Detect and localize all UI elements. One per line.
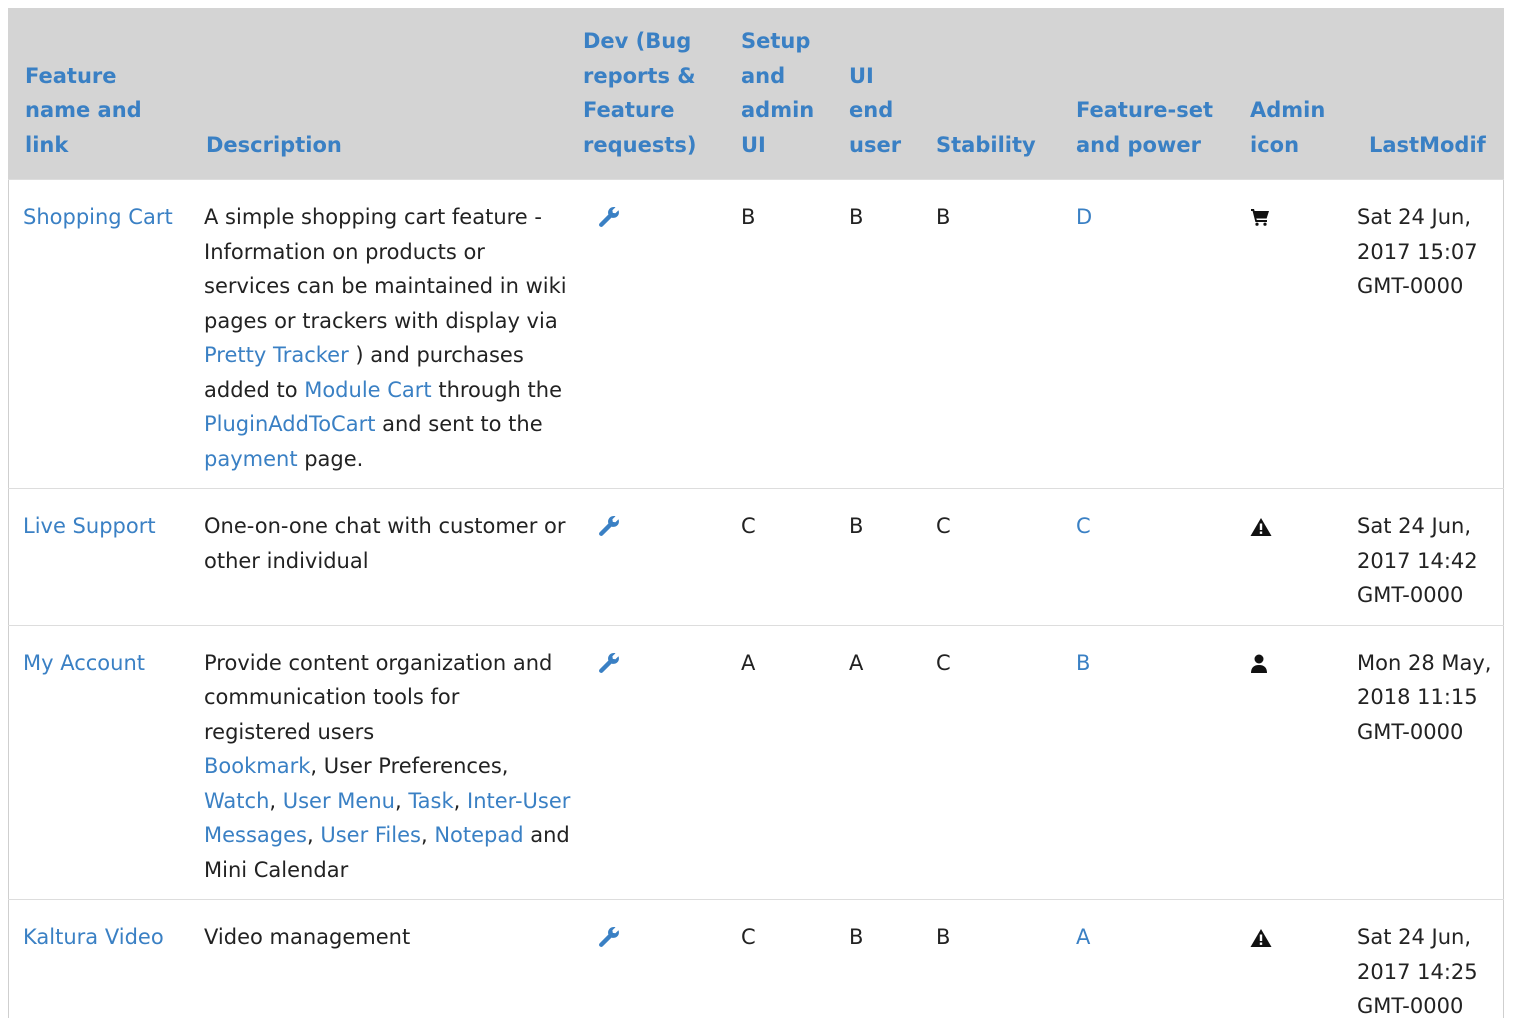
dev-cell	[583, 489, 733, 626]
user-files-link[interactable]: User Files	[320, 823, 421, 847]
featureset-cell: C	[1064, 489, 1238, 626]
dev-cell	[583, 180, 733, 489]
warning-icon[interactable]	[1250, 517, 1272, 537]
payment-link[interactable]: payment	[204, 447, 298, 471]
user-menu-link[interactable]: User Menu	[283, 789, 395, 813]
featureset-grade-link[interactable]: C	[1076, 514, 1091, 538]
desc-text: through the	[431, 377, 562, 402]
feature-link[interactable]: Kaltura Video	[23, 925, 164, 949]
stability-grade: C	[936, 650, 951, 675]
warning-icon[interactable]	[1250, 928, 1272, 948]
ui-grade: B	[849, 514, 864, 538]
desc-text: ,	[420, 823, 435, 847]
header-setup[interactable]: Setup and admin UI	[733, 8, 841, 180]
description-cell: A simple shopping cart feature - Informa…	[189, 180, 583, 489]
featureset-cell: A	[1064, 900, 1238, 1036]
setup-grade: B	[741, 205, 756, 229]
table-row: Shopping Cart A simple shopping cart fea…	[8, 179, 1504, 489]
header-ui[interactable]: UI end user	[841, 8, 928, 180]
feature-name-cell: Live Support	[8, 489, 189, 626]
desc-text: ,	[306, 823, 321, 847]
feature-link[interactable]: Shopping Cart	[23, 205, 173, 229]
dev-cell	[583, 900, 733, 1036]
stability-grade: B	[936, 205, 951, 229]
lastmodif-cell: Mon 28 May, 2018 11:15 GMT-0000	[1357, 650, 1492, 744]
wrench-icon[interactable]	[597, 926, 621, 954]
ui-grade: B	[849, 205, 864, 229]
header-feature[interactable]: Feature name and link	[8, 8, 189, 180]
table-row: Live Support One-on-one chat with custom…	[8, 488, 1504, 626]
featureset-grade-link[interactable]: A	[1076, 925, 1090, 949]
feature-name-cell: My Account	[8, 625, 189, 900]
desc-text: and sent to the	[375, 412, 543, 436]
wrench-icon[interactable]	[597, 206, 621, 234]
admin-icon-cell	[1238, 180, 1349, 489]
desc-text: A simple shopping cart feature - Informa…	[204, 205, 567, 333]
desc-text: Provide content organization and communi…	[204, 650, 553, 744]
admin-icon-cell	[1238, 489, 1349, 626]
setup-grade: C	[741, 514, 756, 538]
feature-link[interactable]: My Account	[23, 651, 145, 675]
header-description[interactable]: Description	[189, 8, 583, 180]
lastmodif-cell: Sat 24 Jun, 2017 15:07 GMT-0000	[1357, 205, 1478, 298]
table-row: My Account Provide content organization …	[8, 625, 1504, 900]
featureset-grade-link[interactable]: D	[1076, 205, 1092, 229]
feature-link[interactable]: Live Support	[23, 514, 156, 538]
desc-text: Video management	[204, 925, 411, 949]
feature-name-cell: Kaltura Video	[8, 900, 189, 1036]
desc-text: , User Preferences,	[310, 754, 509, 778]
bookmark-link[interactable]: Bookmark	[204, 754, 310, 778]
header-dev[interactable]: Dev (Bug reports & Feature requests)	[583, 8, 733, 180]
description-cell: One-on-one chat with customer or other i…	[189, 489, 583, 626]
desc-text: ,	[453, 788, 467, 813]
ui-grade: A	[849, 650, 864, 675]
notepad-link[interactable]: Notepad	[434, 823, 523, 847]
wrench-icon[interactable]	[597, 515, 621, 543]
desc-text: ,	[394, 788, 409, 813]
admin-icon-cell	[1238, 625, 1349, 900]
plugin-add-to-cart-link[interactable]: PluginAddToCart	[204, 412, 375, 436]
feature-name-cell: Shopping Cart	[8, 180, 189, 489]
description-cell: Video management	[189, 900, 583, 1036]
lastmodif-cell: Sat 24 Jun, 2017 14:42 GMT-0000	[1357, 514, 1478, 607]
featureset-grade-link[interactable]: B	[1076, 651, 1090, 675]
watch-link[interactable]: Watch	[204, 789, 269, 813]
header-stability[interactable]: Stability	[928, 8, 1064, 180]
header-featureset[interactable]: Feature-set and power	[1064, 8, 1238, 180]
header-admin-icon[interactable]: Admin icon	[1238, 8, 1349, 180]
pretty-tracker-link[interactable]: Pretty Tracker	[204, 343, 349, 367]
stability-grade: B	[936, 925, 951, 949]
setup-grade: C	[741, 925, 756, 949]
desc-text: page.	[297, 446, 364, 471]
shopping-cart-icon[interactable]	[1250, 208, 1270, 226]
stability-grade: C	[936, 514, 951, 538]
features-table: Feature name and link Description Dev (B…	[8, 8, 1504, 1036]
task-link[interactable]: Task	[408, 789, 453, 813]
header-lastmodif[interactable]: LastModif	[1349, 8, 1504, 180]
desc-text: ,	[269, 788, 283, 813]
featureset-cell: D	[1064, 180, 1238, 489]
wrench-icon[interactable]	[597, 652, 621, 680]
featureset-cell: B	[1064, 625, 1238, 900]
lastmodif-cell: Sat 24 Jun, 2017 14:25 GMT-0000	[1357, 925, 1478, 1018]
description-cell: Provide content organization and communi…	[189, 625, 583, 900]
table-header-row: Feature name and link Description Dev (B…	[8, 8, 1504, 180]
user-icon[interactable]	[1250, 654, 1268, 674]
ui-grade: B	[849, 925, 864, 949]
table-row: Kaltura Video Video management C B B A S…	[8, 899, 1504, 1036]
module-cart-link[interactable]: Module Cart	[304, 378, 431, 402]
admin-icon-cell	[1238, 900, 1349, 1036]
setup-grade: A	[741, 650, 756, 675]
desc-text: One-on-one chat with customer or other i…	[204, 514, 566, 573]
dev-cell	[583, 625, 733, 900]
